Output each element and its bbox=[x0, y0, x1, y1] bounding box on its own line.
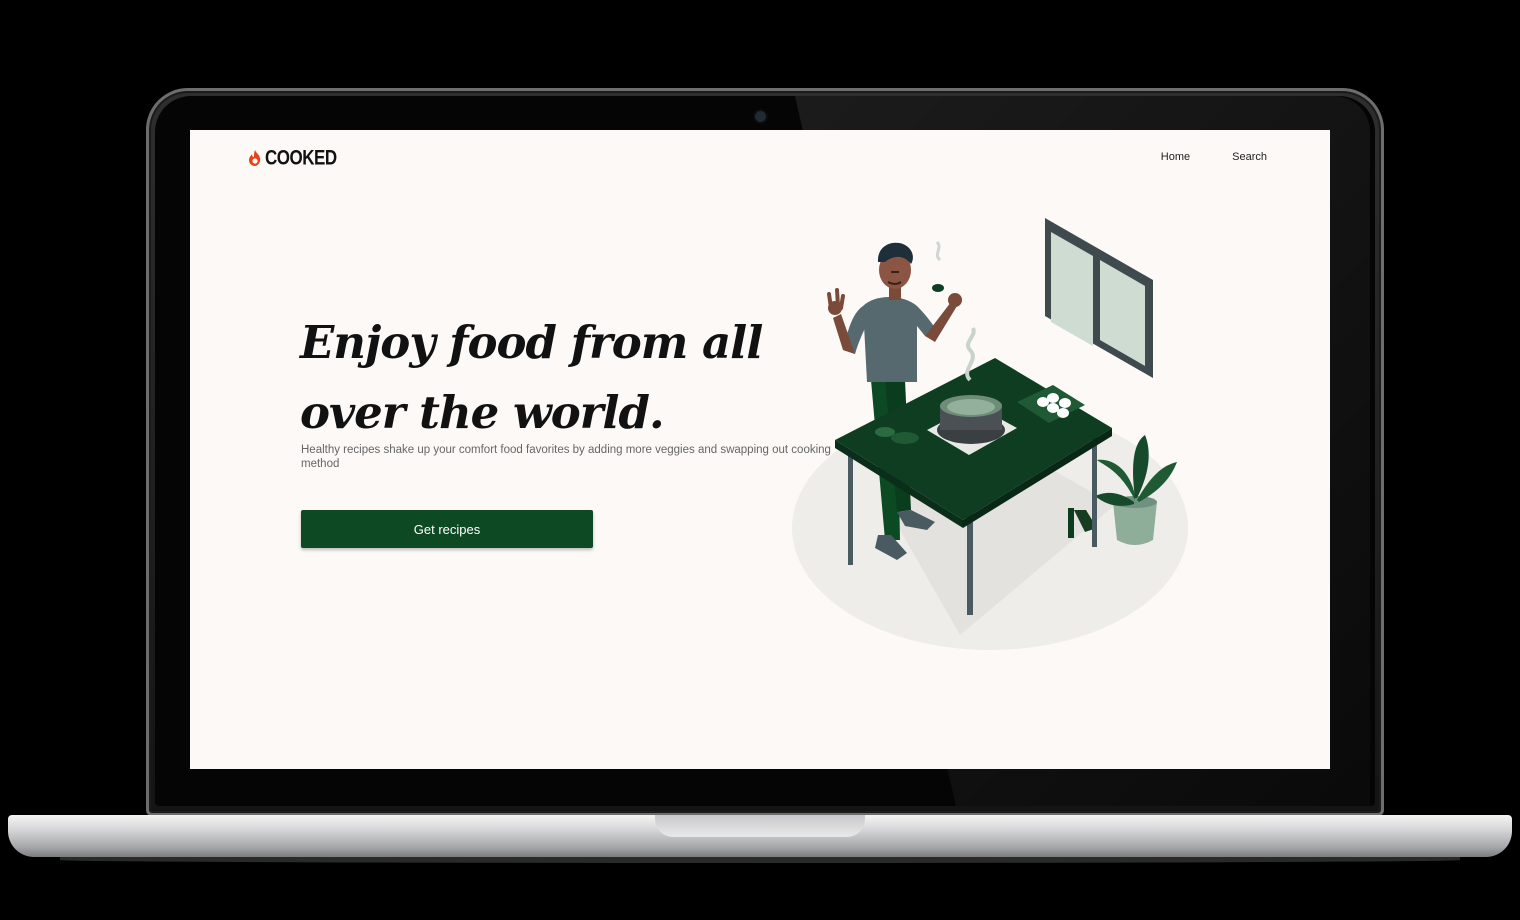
webcam-icon bbox=[755, 111, 766, 122]
laptop-base-notch bbox=[655, 815, 865, 837]
laptop-foot bbox=[60, 857, 1460, 863]
chef-cooking-illustration bbox=[792, 218, 1188, 650]
top-nav: Home Search bbox=[1161, 151, 1267, 163]
nav-link-home[interactable]: Home bbox=[1161, 151, 1190, 163]
flame-icon bbox=[249, 150, 261, 166]
browser-viewport: COOKED Home Search Enjoy food from all o… bbox=[190, 130, 1330, 769]
brand-logo[interactable]: COOKED bbox=[247, 145, 337, 170]
brand-name: COOKED bbox=[265, 145, 337, 170]
nav-link-search[interactable]: Search bbox=[1232, 151, 1267, 163]
hero-title: Enjoy food from all over the world. bbox=[300, 316, 763, 439]
get-recipes-button[interactable]: Get recipes bbox=[301, 510, 593, 548]
hero-subtitle: Healthy recipes shake up your comfort fo… bbox=[301, 444, 831, 470]
